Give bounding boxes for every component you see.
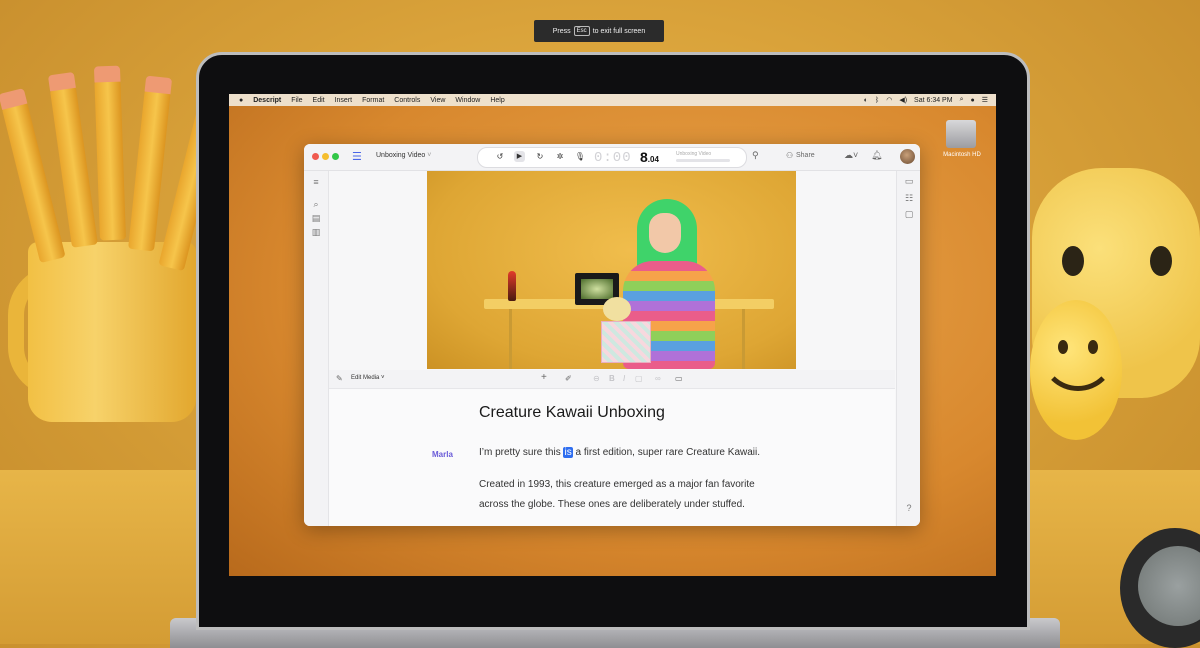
volume-icon[interactable]: ◀) xyxy=(899,96,907,104)
control-center-icon[interactable]: ☰ xyxy=(982,96,988,104)
chevron-down-icon: ˅ xyxy=(427,152,432,159)
menu-file[interactable]: File xyxy=(291,97,302,104)
user-icon[interactable]: ● xyxy=(970,97,974,104)
minimize-button[interactable] xyxy=(322,153,329,160)
menu-view[interactable]: View xyxy=(430,97,445,104)
menu-icon[interactable]: ≡ xyxy=(308,177,324,187)
pencil xyxy=(128,89,171,252)
comment-icon[interactable]: ▢ xyxy=(901,209,917,220)
project-name: Unboxing Video xyxy=(376,152,426,159)
strikethrough-icon[interactable]: ⊖ xyxy=(593,374,600,383)
timecode-fraction: .04 xyxy=(647,155,659,164)
edit-media-label: Edit Media xyxy=(351,375,380,381)
mic-icon[interactable]: 🎙 xyxy=(574,152,586,161)
menu-status-area: ◐ ᛒ ◠ ◀) Sat 6:34 PM ⌕ ● ☰ xyxy=(864,94,988,106)
menu-format[interactable]: Format xyxy=(362,97,384,104)
tip-press: Press xyxy=(552,27,571,35)
wifi-icon[interactable]: ◠ xyxy=(886,96,892,104)
hard-drive-label: Macintosh HD xyxy=(943,152,981,158)
share-icon[interactable]: ⚇ xyxy=(786,151,793,160)
italic-icon[interactable]: I xyxy=(623,374,625,383)
mac-menu-bar: ● Descript File Edit Insert Format Contr… xyxy=(229,94,996,106)
scene-lava-lamp xyxy=(508,271,516,301)
left-sidebar: ≡ ⌕ ▤ ▥ xyxy=(304,171,329,526)
selected-word[interactable]: is xyxy=(563,447,573,458)
link-icon[interactable]: ∞ xyxy=(655,374,661,383)
descript-window: ☰ Unboxing Video ˅ ↺ ▶ ↻ ✲ 🎙 0:00 8.04 U… xyxy=(304,144,920,526)
menu-controls[interactable]: Controls xyxy=(394,97,420,104)
menu-window[interactable]: Window xyxy=(455,97,480,104)
bold-icon[interactable]: B xyxy=(609,374,615,383)
scene-desk-leg xyxy=(742,309,745,369)
bell-icon[interactable]: 🔔︎ xyxy=(871,150,882,161)
timecode-placeholder: 0:00 xyxy=(594,150,632,166)
avatar[interactable] xyxy=(900,149,915,164)
project-name-dropdown[interactable]: Unboxing Video ˅ xyxy=(376,152,431,159)
menu-clock[interactable]: Sat 6:34 PM xyxy=(914,97,953,104)
menu-edit[interactable]: Edit xyxy=(313,97,325,104)
help-icon[interactable]: ? xyxy=(901,503,917,513)
transport-bar: ↺ ▶ ↻ ✲ 🎙 0:00 8.04 Unboxing Video xyxy=(477,147,747,168)
transcript-line[interactable]: across the globe. These ones are deliber… xyxy=(479,499,745,510)
transcript-text: I’m pretty sure this xyxy=(479,447,564,458)
transcript-line[interactable]: Created in 1993, this creature emerged a… xyxy=(479,479,755,490)
speaker-label[interactable]: Marla xyxy=(432,450,453,459)
layout-icon[interactable]: ▭ xyxy=(901,176,917,187)
bluetooth-icon[interactable]: ᛒ xyxy=(875,97,879,104)
descript-logo-icon[interactable]: ☰ xyxy=(352,151,364,163)
timecode-seconds: 8 xyxy=(640,149,648,165)
transcript-line[interactable]: I’m pretty sure this is a first edition,… xyxy=(479,447,760,458)
title-bar: ☰ Unboxing Video ˅ ↺ ▶ ↻ ✲ 🎙 0:00 8.04 U… xyxy=(304,144,920,171)
document-title[interactable]: Creature Kawaii Unboxing xyxy=(479,404,665,422)
books-icon[interactable]: ▥ xyxy=(308,227,324,238)
sliders-icon[interactable]: ☷ xyxy=(901,193,917,204)
menu-help[interactable]: Help xyxy=(490,97,504,104)
gear-icon[interactable]: ✲ xyxy=(554,152,566,161)
menu-insert[interactable]: Insert xyxy=(335,97,353,104)
cat-eye xyxy=(1150,246,1172,276)
edit-media-dropdown[interactable]: Edit Media ˅ xyxy=(351,375,385,381)
smiley-mouth xyxy=(1040,342,1116,391)
forward-icon[interactable]: ↻ xyxy=(534,152,546,161)
menu-app-name[interactable]: Descript xyxy=(253,97,281,104)
scene-desk-leg xyxy=(509,309,512,369)
laptop-screen: ● Descript File Edit Insert Format Contr… xyxy=(229,94,996,576)
fullscreen-exit-tip: Press Esc to exit full screen xyxy=(534,20,664,42)
pencil-cup xyxy=(28,242,196,422)
editor-toolbar: ✎ Edit Media ˅ + ✐ ⊖ B I ▢ ∞ ▭ xyxy=(329,370,895,389)
close-button[interactable] xyxy=(312,153,319,160)
plus-icon[interactable]: + xyxy=(541,372,547,383)
rewind-icon[interactable]: ↺ xyxy=(494,152,506,161)
search-icon[interactable]: ⌕ xyxy=(308,199,324,210)
cat-eye xyxy=(1062,246,1084,276)
transcript-text: a first edition, super rare Creature Kaw… xyxy=(572,447,761,458)
transport-title: Unboxing Video xyxy=(676,151,712,157)
transport-progress[interactable] xyxy=(676,159,730,162)
smiley-ball xyxy=(1030,300,1122,440)
transcript-document[interactable]: Creature Kawaii Unboxing Marla I’m prett… xyxy=(329,389,895,526)
pencil xyxy=(94,79,126,241)
library-icon[interactable]: ▤ xyxy=(308,213,324,224)
esc-key: Esc xyxy=(573,26,590,36)
right-sidebar: ▭ ☷ ▢ ? xyxy=(896,171,920,526)
timecode: 8.04 xyxy=(640,149,659,165)
maximize-button[interactable] xyxy=(332,153,339,160)
brush-icon[interactable]: ✐ xyxy=(565,374,572,383)
video-preview[interactable] xyxy=(427,171,796,369)
presenter-icon[interactable]: ⚲ xyxy=(752,150,759,161)
scene-gift-box xyxy=(601,321,651,363)
share-button[interactable]: Share xyxy=(796,152,815,159)
comment-icon[interactable]: ▭ xyxy=(675,374,683,383)
spotlight-icon[interactable]: ⌕ xyxy=(960,96,964,104)
tip-rest: to exit full screen xyxy=(592,27,646,35)
cloud-icon[interactable]: ☁˅ xyxy=(844,150,858,161)
play-icon[interactable]: ▶ xyxy=(514,151,525,162)
scene-person-face xyxy=(649,213,681,253)
image-icon[interactable]: ▢ xyxy=(635,374,643,383)
scene-plush-toy xyxy=(603,297,631,321)
apple-logo-icon[interactable]: ● xyxy=(239,97,243,104)
pen-icon[interactable]: ✎ xyxy=(336,374,343,383)
hard-drive-icon[interactable] xyxy=(946,120,976,148)
descript-status-icon[interactable]: ◐ xyxy=(864,97,868,104)
